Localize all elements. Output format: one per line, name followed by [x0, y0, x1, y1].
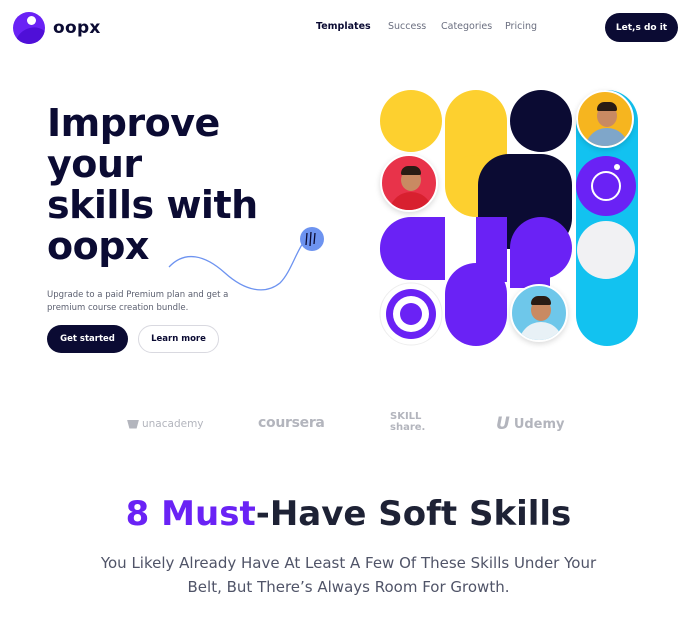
unacademy-label: unacademy	[142, 418, 204, 430]
hero-title-line: skills with	[47, 183, 258, 227]
skillshare-logo: SKILL share.	[390, 411, 425, 433]
hero-illustration	[378, 88, 640, 350]
udemy-label: Udemy	[513, 416, 565, 432]
avatar-man-blue	[510, 284, 568, 342]
skillshare-line-2: share.	[390, 422, 426, 433]
learn-more-button[interactable]: Learn more	[138, 325, 219, 353]
logo-icon	[13, 12, 45, 44]
nav-success[interactable]: Success	[388, 21, 426, 32]
section-title-rest: -Have Soft Skills	[255, 494, 572, 534]
nav-pricing[interactable]: Pricing	[505, 21, 537, 32]
hero-title-line: Improve	[47, 101, 220, 145]
hero-title-line: your	[47, 142, 142, 186]
section-title-accent: 8 Must	[125, 494, 256, 534]
get-started-button[interactable]: Get started	[47, 325, 128, 353]
avatar-man-yellow	[576, 90, 634, 148]
unacademy-icon	[127, 419, 139, 429]
hero-subtitle: Upgrade to a paid Premium plan and get a…	[47, 290, 229, 313]
brand-logo[interactable]: oopx	[13, 12, 101, 44]
skillshare-line-1: SKILL	[390, 411, 422, 422]
nav-templates[interactable]: Templates	[316, 21, 371, 32]
udemy-icon: U	[496, 414, 510, 434]
lets-do-it-button[interactable]: Let,s do it	[605, 13, 678, 42]
unacademy-logo: unacademy	[127, 418, 204, 430]
nav-categories[interactable]: Categories	[441, 21, 492, 32]
brand-name: oopx	[53, 18, 101, 38]
section-subtitle: You Likely Already Have At Least A Few O…	[100, 554, 597, 596]
udemy-logo: U Udemy	[496, 414, 565, 434]
coursera-logo: coursera	[258, 415, 325, 431]
section-title: 8 Must-Have Soft Skills	[0, 494, 697, 534]
avatar-man-red	[380, 154, 438, 212]
